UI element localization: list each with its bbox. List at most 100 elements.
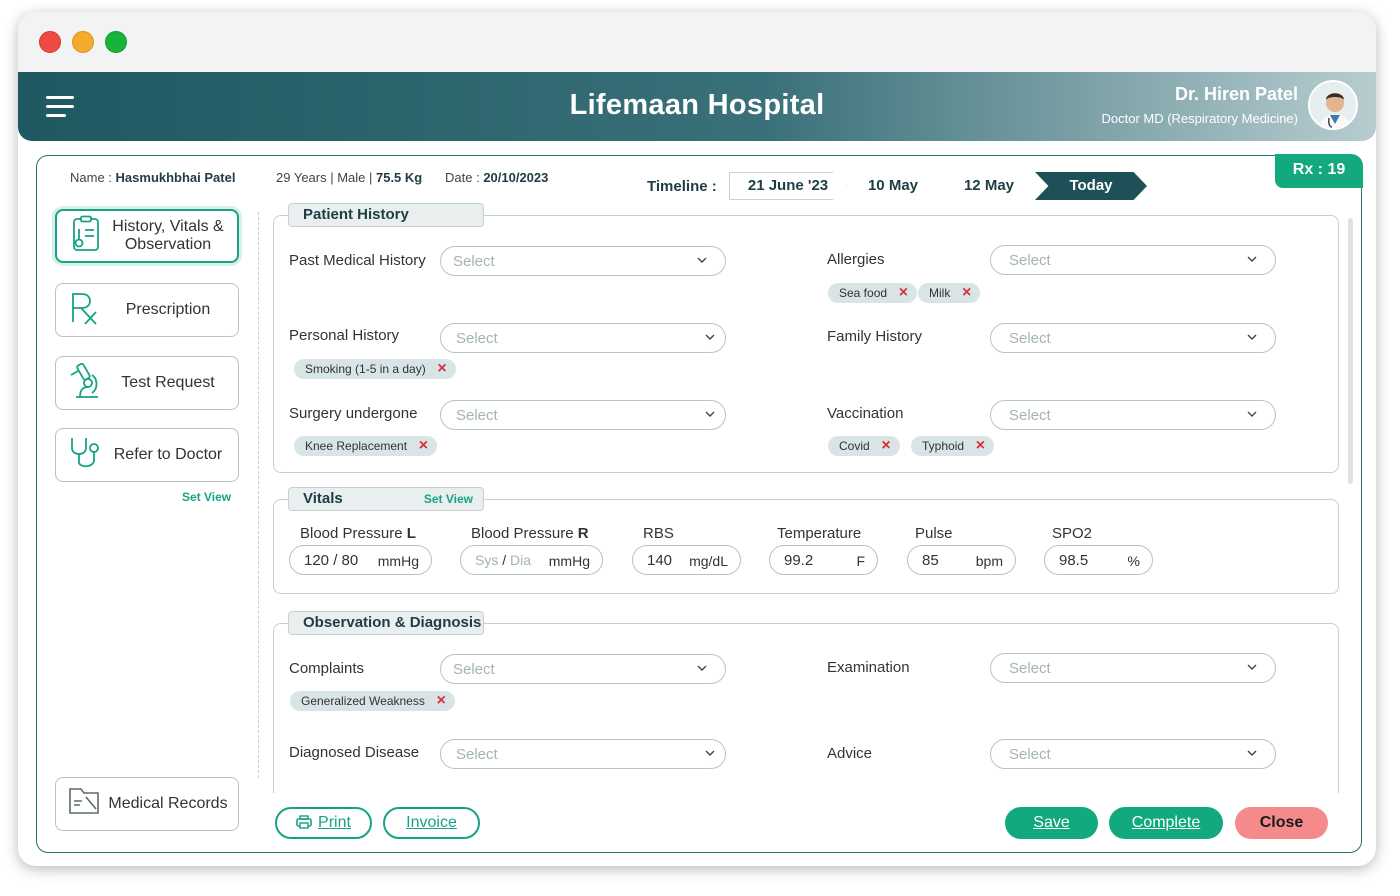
nav-test-request-label: Test Request <box>121 374 215 391</box>
vitals-set-view-link[interactable]: Set View <box>424 488 473 510</box>
diagnosed-disease-label: Diagnosed Disease <box>289 744 420 761</box>
remove-chip-icon[interactable]: × <box>899 284 908 302</box>
bp-left-label: Blood Pressure L <box>300 525 416 542</box>
personal-history-select[interactable]: Select <box>440 323 726 353</box>
app-window: Lifemaan Hospital Dr. Hiren Patel Doctor… <box>18 12 1376 866</box>
nav-set-view-link[interactable]: Set View <box>182 490 231 504</box>
folder-document-icon <box>68 787 102 822</box>
bp-left-input[interactable]: 120 / 80 mmHg <box>289 545 432 575</box>
nav-medical-records-label: Medical Records <box>108 795 228 812</box>
patient-demographics: 29 Years | Male | 75.5 Kg <box>276 170 423 185</box>
clipboard-thermometer-icon <box>69 215 103 258</box>
vitals-title: Vitals Set View <box>288 487 484 511</box>
past-medical-history-label: Past Medical History <box>289 252 426 269</box>
remove-chip-icon[interactable]: × <box>437 692 446 710</box>
minimize-window-button[interactable] <box>72 31 94 53</box>
nav-prescription[interactable]: Prescription <box>55 283 239 337</box>
patient-name: Hasmukhbhai Patel <box>115 170 236 185</box>
maximize-window-button[interactable] <box>105 31 127 53</box>
vitals-section: Vitals Set View Blood Pressure L 120 / 80… <box>273 487 1339 594</box>
examination-select[interactable]: Select <box>990 653 1276 683</box>
printer-icon <box>296 815 312 829</box>
nav-refer-doctor-label: Refer to Doctor <box>113 446 223 463</box>
family-history-select[interactable]: Select <box>990 323 1276 353</box>
personal-history-chip[interactable]: Smoking (1-5 in a day) × <box>294 359 456 379</box>
advice-label: Advice <box>827 745 873 762</box>
microscope-icon <box>68 361 102 406</box>
surgery-select[interactable]: Select <box>440 400 726 430</box>
nav-history-vitals[interactable]: History, Vitals & Observation <box>55 209 239 263</box>
pulse-input[interactable]: 85 bpm <box>907 545 1016 575</box>
nav-prescription-label: Prescription <box>125 301 211 318</box>
diagnosed-disease-select[interactable]: Select <box>440 739 726 769</box>
family-history-label: Family History <box>827 328 923 345</box>
timeline: 21 June '23 10 May 12 May Today <box>729 172 1147 200</box>
close-button[interactable]: Close <box>1235 807 1328 839</box>
nav-medical-records[interactable]: Medical Records <box>55 777 239 831</box>
nav-divider <box>258 212 259 778</box>
invoice-button[interactable]: Invoice <box>383 807 480 839</box>
surgery-label: Surgery undergone <box>289 405 418 422</box>
observation-section: Observation & Diagnosis Complaints Selec… <box>273 611 1339 793</box>
complete-button[interactable]: Complete <box>1109 807 1223 839</box>
consultation-card: Rx : 19 Name : Hasmukhbhai Patel 29 Year… <box>36 154 1363 853</box>
timeline-item[interactable]: 21 June '23 <box>729 172 847 200</box>
complaints-label: Complaints <box>289 660 365 677</box>
observation-title: Observation & Diagnosis <box>288 611 484 635</box>
complaint-chip[interactable]: Generalized Weakness × <box>290 691 455 711</box>
rbs-label: RBS <box>643 525 674 542</box>
personal-history-label: Personal History <box>289 327 400 344</box>
past-medical-history-select[interactable]: Select <box>440 246 726 276</box>
content-scrollbar[interactable] <box>1348 218 1353 484</box>
vaccination-chip[interactable]: Covid × <box>828 436 900 456</box>
doctor-avatar[interactable] <box>1308 80 1358 130</box>
patient-weight: 75.5 Kg <box>375 170 423 185</box>
vaccination-label: Vaccination <box>827 405 904 422</box>
close-window-button[interactable] <box>39 31 61 53</box>
allergy-chip[interactable]: Milk × <box>918 283 981 303</box>
timeline-item-today[interactable]: Today <box>1035 172 1147 200</box>
remove-chip-icon[interactable]: × <box>419 437 428 455</box>
spo2-label: SPO2 <box>1052 525 1093 542</box>
allergies-select[interactable]: Select <box>990 245 1276 275</box>
stethoscope-icon <box>68 434 102 477</box>
timeline-label: Timeline : <box>647 178 717 195</box>
nav-test-request[interactable]: Test Request <box>55 356 239 410</box>
vaccination-select[interactable]: Select <box>990 400 1276 430</box>
surgery-chip[interactable]: Knee Replacement × <box>294 436 438 456</box>
doctor-name: Dr. Hiren Patel <box>1174 84 1298 104</box>
temperature-label: Temperature <box>777 525 862 542</box>
patient-history-section: Patient History Past Medical History Sel… <box>273 203 1339 473</box>
vaccination-chip[interactable]: Typhoid × <box>911 436 995 456</box>
remove-chip-icon[interactable]: × <box>976 437 985 455</box>
remove-chip-icon[interactable]: × <box>437 360 446 378</box>
advice-select[interactable]: Select <box>990 739 1276 769</box>
save-button[interactable]: Save <box>1005 807 1098 839</box>
nav-refer-doctor[interactable]: Refer to Doctor <box>55 428 239 482</box>
visit-date-info: Date : 20/10/2023 <box>445 170 549 185</box>
timeline-item[interactable]: 10 May <box>843 172 943 200</box>
print-button[interactable]: Print <box>275 807 372 839</box>
remove-chip-icon[interactable]: × <box>881 437 890 455</box>
patient-name-info: Name : Hasmukhbhai Patel <box>70 170 236 185</box>
allergies-label: Allergies <box>827 251 885 268</box>
bp-right-input[interactable]: Sys / Dia mmHg <box>460 545 603 575</box>
spo2-input[interactable]: 98.5% <box>1044 545 1153 575</box>
app-header: Lifemaan Hospital Dr. Hiren Patel Doctor… <box>18 72 1376 141</box>
complaints-select[interactable]: Select <box>440 654 726 684</box>
examination-label: Examination <box>827 659 910 676</box>
rbs-input[interactable]: 140 mg/dL <box>632 545 741 575</box>
allergy-chip[interactable]: Sea food × <box>828 283 918 303</box>
rx-badge: Rx : 19 <box>1275 154 1363 188</box>
remove-chip-icon[interactable]: × <box>962 284 971 302</box>
doctor-title: Doctor MD (Respiratory Medicine) <box>1101 111 1299 126</box>
pulse-label: Pulse <box>915 525 953 542</box>
bp-right-label: Blood Pressure R <box>471 525 589 542</box>
nav-history-label: History, Vitals & Observation <box>112 218 224 253</box>
patient-history-title: Patient History <box>288 203 484 227</box>
visit-date: 20/10/2023 <box>483 170 549 185</box>
window-titlebar <box>18 12 1376 72</box>
timeline-item[interactable]: 12 May <box>939 172 1039 200</box>
temperature-input[interactable]: 99.2 F <box>769 545 878 575</box>
rx-icon <box>68 290 100 331</box>
